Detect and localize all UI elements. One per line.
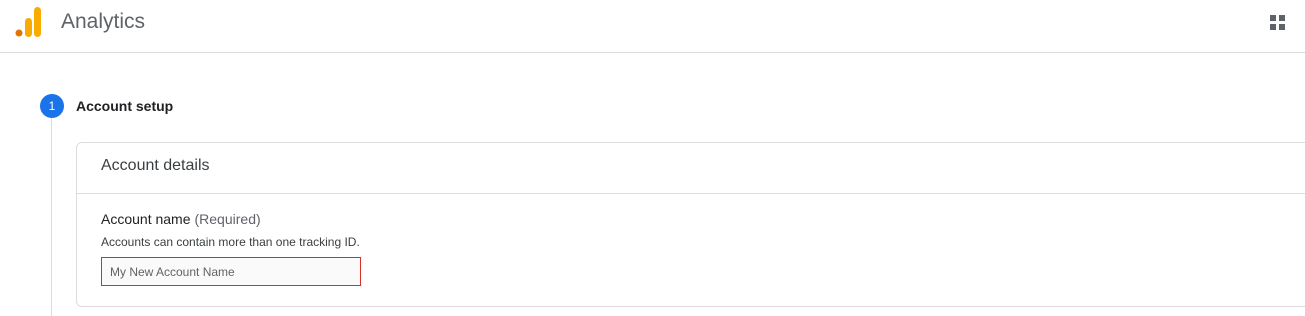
account-details-card: Account details Account name (Required) A… xyxy=(76,142,1305,307)
top-app-bar: Analytics xyxy=(0,0,1305,53)
card-header: Account details xyxy=(77,143,1305,194)
app-title: Analytics xyxy=(61,10,146,33)
google-analytics-logo-icon[interactable] xyxy=(15,6,43,38)
apps-grid-button[interactable] xyxy=(1262,8,1294,38)
step-number-badge: 1 xyxy=(40,94,64,118)
apps-grid-icon xyxy=(1270,15,1285,30)
step-title: Account setup xyxy=(76,98,174,114)
account-name-input[interactable] xyxy=(101,257,361,286)
account-name-label-text: Account name xyxy=(101,211,191,227)
stepper-connector-line xyxy=(51,118,52,316)
card-title: Account details xyxy=(101,157,210,174)
account-name-hint: Accounts can contain more than one track… xyxy=(101,235,360,249)
required-indicator: (Required) xyxy=(194,211,261,227)
account-name-label: Account name (Required) xyxy=(101,210,261,228)
